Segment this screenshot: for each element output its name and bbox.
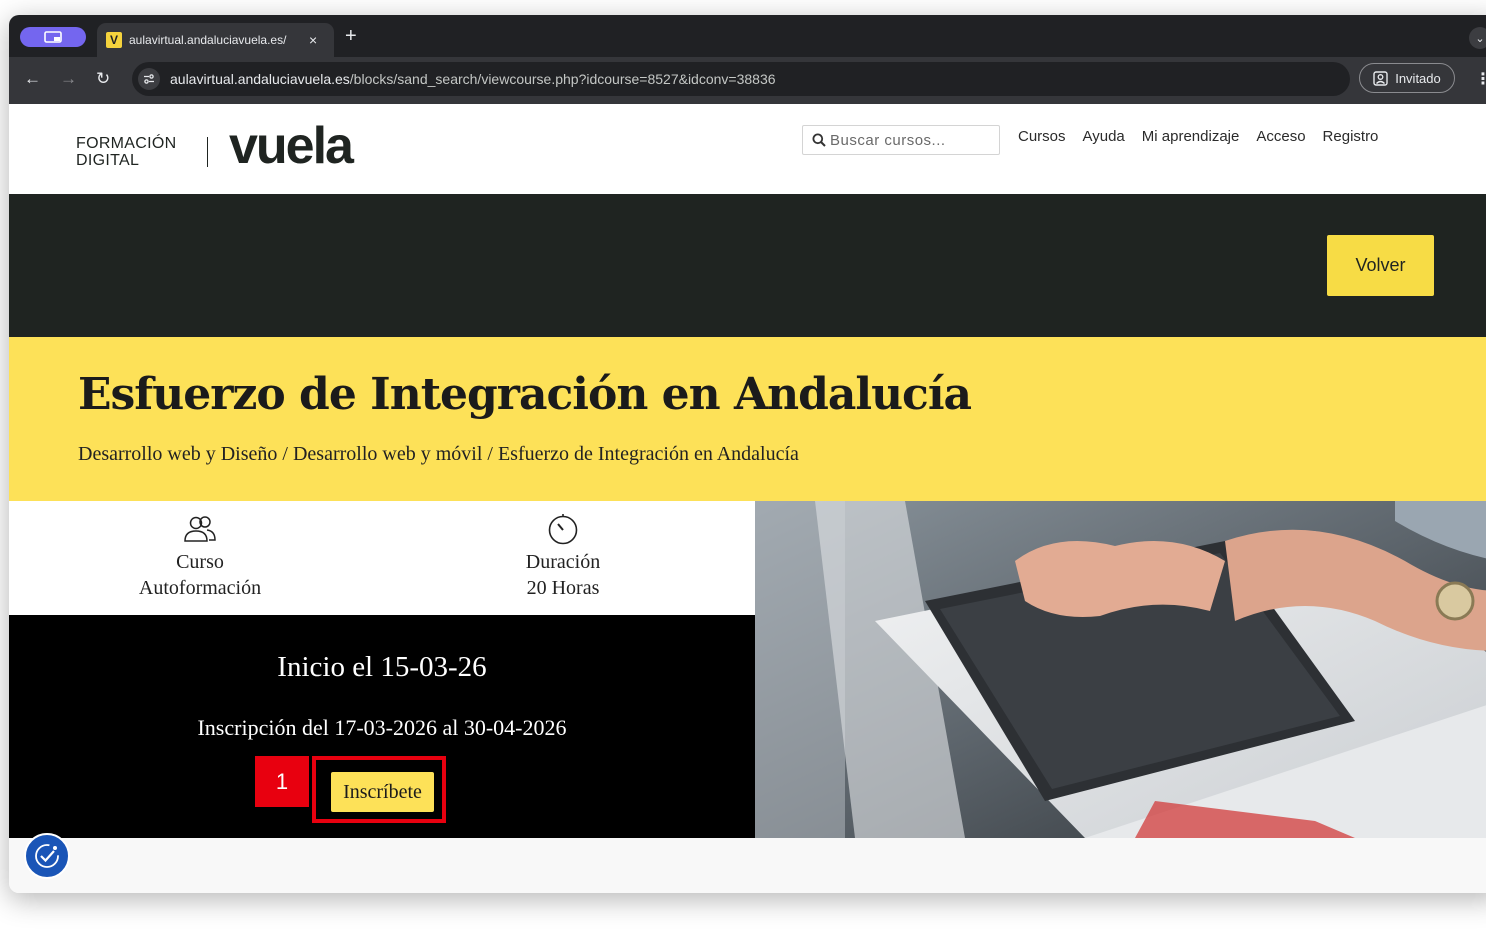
window-icon [44, 31, 62, 43]
nav-ayuda[interactable]: Ayuda [1083, 128, 1125, 145]
search-box [802, 125, 1000, 155]
profile-label: Invitado [1395, 70, 1441, 86]
tab-strip: V aulavirtual.andaluciavuela.es/ × + ⌄ [9, 15, 1486, 57]
browser-menu-icon[interactable]: ⋮ [1475, 69, 1486, 89]
duration-label: Duración [525, 551, 601, 573]
vuela-logo[interactable]: vuela [229, 116, 354, 176]
brand-divider [207, 137, 208, 167]
url-host: aulavirtual.andaluciavuela.es [170, 71, 350, 87]
browser-tab[interactable]: V aulavirtual.andaluciavuela.es/ × [97, 23, 334, 57]
course-header: Esfuerzo de Integración en Andalucía Des… [9, 337, 1486, 501]
main-nav: Cursos Ayuda Mi aprendizaje Acceso Regis… [1018, 128, 1378, 145]
accessibility-button[interactable] [24, 833, 70, 879]
back-button[interactable]: ← [24, 69, 41, 89]
enroll-button[interactable]: Inscríbete [331, 772, 434, 812]
breadcrumb-item-subcategory[interactable]: Desarrollo web y móvil [293, 443, 482, 465]
course-duration-info: Duración 20 Horas [443, 511, 683, 601]
brand-line-2: DIGITAL [76, 152, 140, 169]
accessibility-icon [35, 844, 59, 868]
back-link-button[interactable]: Volver [1327, 235, 1434, 296]
page-footer-area [9, 838, 1486, 893]
site-favicon: V [106, 32, 122, 48]
forward-button[interactable]: → [60, 69, 77, 89]
breadcrumb-separator: / [487, 443, 493, 465]
breadcrumb-item-current: Esfuerzo de Integración en Andalucía [497, 443, 799, 465]
breadcrumb: Desarrollo web y Diseño / Desarrollo web… [78, 443, 799, 466]
close-tab-icon[interactable]: × [309, 32, 317, 48]
course-type-info: Curso Autoformación [80, 511, 320, 601]
step-number-badge: 1 [255, 756, 309, 807]
nav-acceso[interactable]: Acceso [1256, 128, 1305, 145]
browser-toolbar: ← → ↻ aulavirtual.andaluciavuela.es/bloc… [9, 57, 1486, 104]
nav-registro[interactable]: Registro [1323, 128, 1379, 145]
reload-button[interactable]: ↻ [96, 69, 110, 89]
url-path: /blocks/sand_search/viewcourse.php?idcou… [349, 71, 776, 87]
timer-icon [443, 511, 683, 547]
users-icon [80, 511, 320, 547]
address-bar[interactable]: aulavirtual.andaluciavuela.es/blocks/san… [132, 62, 1350, 96]
brand-line-1: FORMACIÓN [76, 135, 177, 152]
tab-title: aulavirtual.andaluciavuela.es/ [129, 33, 287, 47]
site-header: FORMACIÓN DIGITAL vuela Cursos Ayuda Mi … [9, 104, 1486, 194]
site-settings-icon[interactable] [138, 68, 160, 90]
duration-value: 20 Horas [526, 577, 600, 599]
breadcrumb-item-category[interactable]: Desarrollo web y Diseño [78, 443, 277, 465]
nav-mi-aprendizaje[interactable]: Mi aprendizaje [1142, 128, 1240, 145]
nav-cursos[interactable]: Cursos [1018, 128, 1066, 145]
course-type-label: Curso [176, 551, 224, 573]
web-page: FORMACIÓN DIGITAL vuela Cursos Ayuda Mi … [9, 104, 1486, 893]
search-input[interactable] [830, 131, 990, 149]
formacion-digital-logo[interactable]: FORMACIÓN DIGITAL [76, 135, 176, 169]
enrollment-panel: Inicio el 15-03-26 Inscripción del 17-03… [9, 615, 755, 838]
profile-button[interactable]: Invitado [1359, 63, 1455, 93]
tab-group-button[interactable] [20, 27, 86, 47]
course-hero-image [755, 501, 1486, 838]
enrollment-period: Inscripción del 17-03-2026 al 30-04-2026 [197, 715, 567, 740]
course-type-value: Autoformación [138, 577, 262, 599]
start-date: Inicio el 15-03-26 [277, 651, 487, 683]
course-info-row: Curso Autoformación Duración 20 Horas [9, 501, 755, 615]
hero-dark-band: Volver [9, 194, 1486, 337]
breadcrumb-separator: / [282, 443, 288, 465]
new-tab-button[interactable]: + [345, 25, 357, 48]
course-title: Esfuerzo de Integración en Andalucía [78, 369, 972, 420]
search-icon [812, 133, 826, 147]
tab-search-button[interactable]: ⌄ [1469, 27, 1486, 49]
guest-profile-icon [1373, 70, 1388, 86]
browser-window: V aulavirtual.andaluciavuela.es/ × + ⌄ ←… [9, 15, 1486, 893]
url-text: aulavirtual.andaluciavuela.es/blocks/san… [170, 71, 776, 87]
